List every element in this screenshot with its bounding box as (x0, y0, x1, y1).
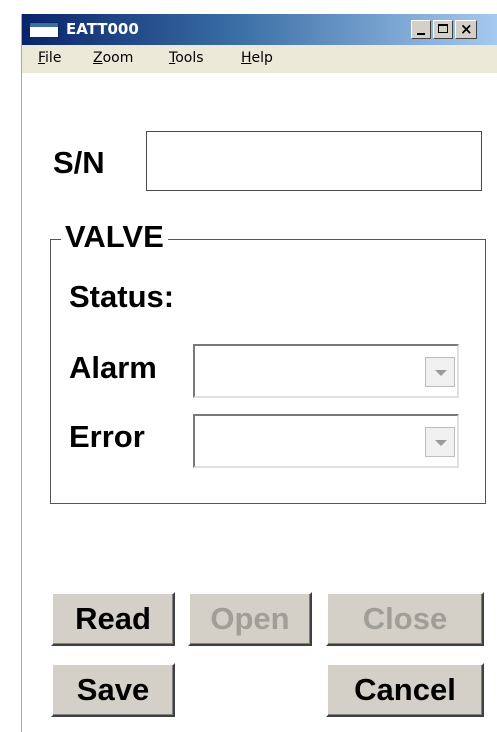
status-label: Status: (69, 279, 175, 314)
open-button[interactable]: Open (188, 592, 312, 646)
close-icon[interactable]: × (455, 20, 477, 39)
menu-file[interactable]: File (38, 50, 61, 66)
window-title: EATT000 (66, 20, 139, 38)
error-dropdown[interactable] (193, 414, 459, 468)
read-button[interactable]: Read (51, 592, 175, 646)
close-valve-button[interactable]: Close (326, 592, 484, 646)
app-window-icon[interactable] (29, 22, 59, 38)
menu-tools[interactable]: Tools (169, 50, 204, 66)
close-glyph: × (460, 20, 473, 38)
minimize-icon[interactable] (411, 20, 431, 39)
menu-help[interactable]: Help (241, 50, 273, 66)
alarm-dropdown[interactable] (193, 344, 459, 398)
error-label: Error (69, 419, 145, 454)
chevron-down-icon[interactable] (425, 427, 455, 457)
chevron-down-icon[interactable] (425, 357, 455, 387)
save-button[interactable]: Save (51, 663, 175, 717)
title-bar[interactable]: EATT000 × (22, 14, 497, 45)
app-window: EATT000 × File Zoom Tools Help S/N VALVE… (21, 14, 497, 732)
maximize-icon[interactable] (433, 20, 453, 39)
menu-zoom[interactable]: Zoom (93, 50, 133, 66)
client-area: S/N VALVE Status: Alarm Error Read Open … (22, 73, 497, 732)
valve-group-title: VALVE (61, 217, 168, 257)
sn-label: S/N (53, 145, 105, 180)
sn-input[interactable] (146, 131, 482, 191)
menu-bar: File Zoom Tools Help (22, 45, 497, 73)
alarm-label: Alarm (69, 350, 157, 385)
cancel-button[interactable]: Cancel (326, 663, 484, 717)
